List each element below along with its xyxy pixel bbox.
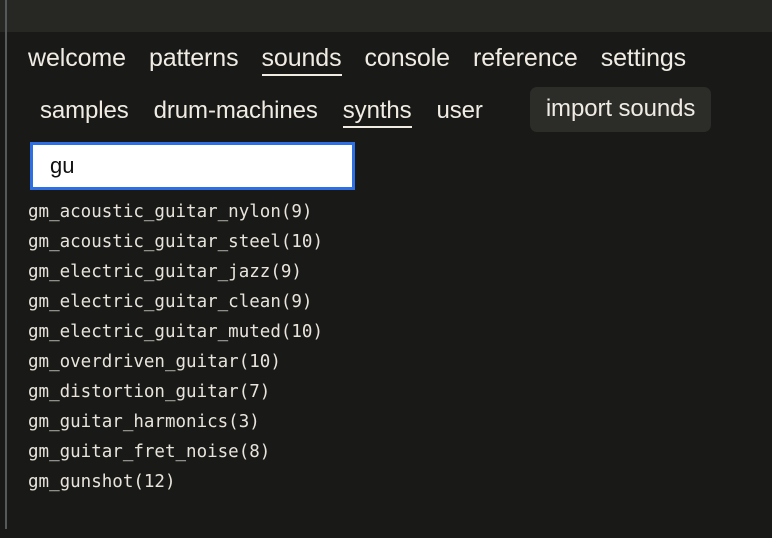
app-window: welcome patterns sounds console referenc… xyxy=(0,0,772,538)
window-titlebar xyxy=(0,0,772,32)
list-item[interactable]: gm_gunshot(12) xyxy=(28,467,772,497)
secondary-tab-bar: samples drum-machines synths user import… xyxy=(7,76,772,132)
list-item[interactable]: gm_guitar_harmonics(3) xyxy=(28,407,772,437)
list-item[interactable]: gm_guitar_fret_noise(8) xyxy=(28,437,772,467)
tab-patterns[interactable]: patterns xyxy=(149,43,239,76)
sound-search-input[interactable] xyxy=(30,142,355,190)
import-sounds-button[interactable]: import sounds xyxy=(529,87,712,132)
subtab-user[interactable]: user xyxy=(437,96,483,128)
subtab-drum-machines[interactable]: drum-machines xyxy=(154,96,318,128)
subtab-samples[interactable]: samples xyxy=(40,96,129,128)
subtab-synths[interactable]: synths xyxy=(342,96,412,128)
search-area xyxy=(7,128,772,190)
list-item[interactable]: gm_electric_guitar_muted(10) xyxy=(28,317,772,347)
list-item[interactable]: gm_distortion_guitar(7) xyxy=(28,377,772,407)
tab-console[interactable]: console xyxy=(365,43,451,76)
tab-welcome[interactable]: welcome xyxy=(28,43,126,76)
list-item[interactable]: gm_acoustic_guitar_nylon(9) xyxy=(28,197,772,227)
list-item[interactable]: gm_electric_guitar_jazz(9) xyxy=(28,257,772,287)
tab-reference[interactable]: reference xyxy=(473,43,578,76)
list-item[interactable]: gm_overdriven_guitar(10) xyxy=(28,347,772,377)
list-item[interactable]: gm_acoustic_guitar_steel(10) xyxy=(28,227,772,257)
tab-sounds[interactable]: sounds xyxy=(261,43,342,76)
primary-tab-bar: welcome patterns sounds console referenc… xyxy=(7,32,772,76)
tab-settings[interactable]: settings xyxy=(601,43,686,76)
sound-results-list: gm_acoustic_guitar_nylon(9) gm_acoustic_… xyxy=(7,190,772,497)
main-content: welcome patterns sounds console referenc… xyxy=(7,32,772,538)
list-item[interactable]: gm_electric_guitar_clean(9) xyxy=(28,287,772,317)
